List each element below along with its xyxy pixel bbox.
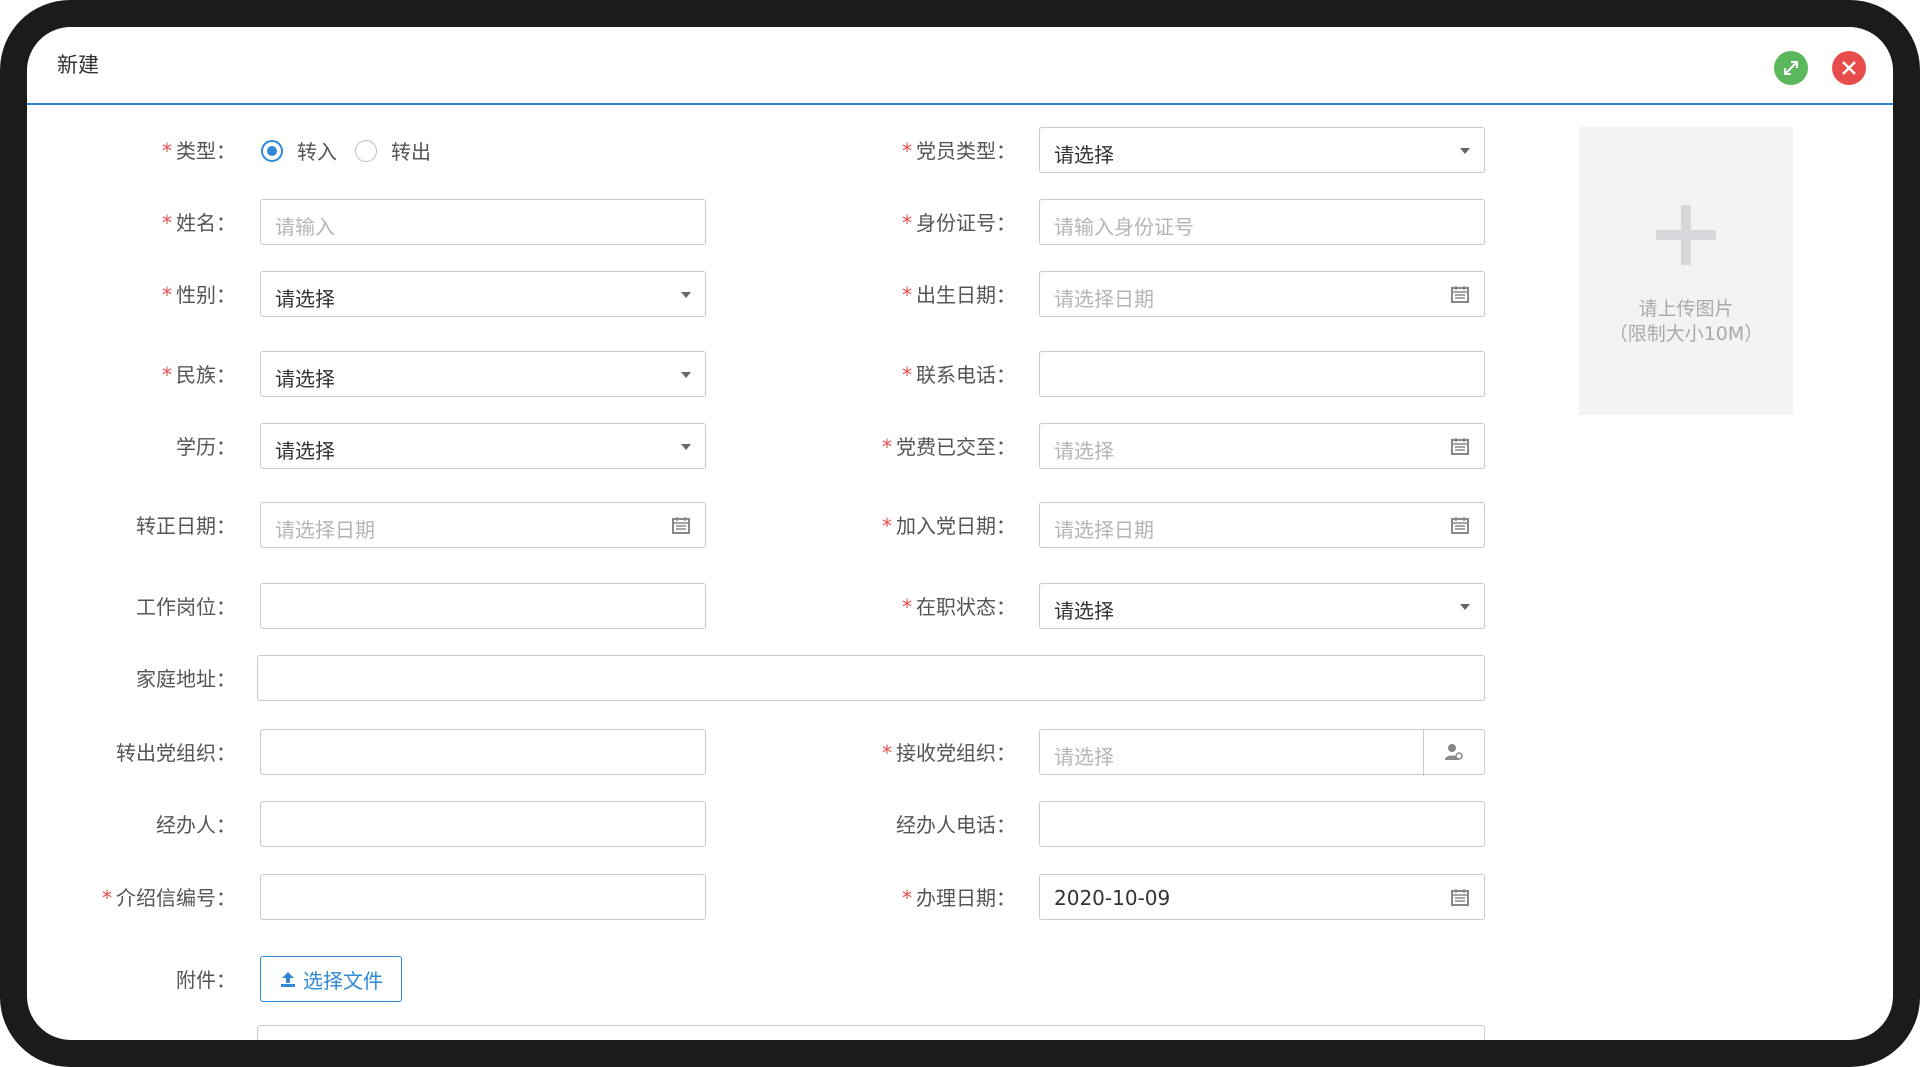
fee-paid-placeholder: 请选择 — [1054, 439, 1114, 463]
birth-date-label: * 出生日期： — [902, 283, 1016, 307]
name-input[interactable]: 请输入 — [260, 199, 706, 245]
id-number-placeholder: 请输入身份证号 — [1054, 215, 1194, 239]
education-value: 请选择 — [275, 439, 335, 463]
chevron-down-icon — [1460, 148, 1470, 154]
calendar-icon — [1451, 517, 1469, 534]
handler-phone-label: 经办人电话： — [896, 813, 1016, 837]
user-icon — [1445, 744, 1463, 760]
calendar-icon — [1451, 286, 1469, 303]
receive-org-select[interactable]: 请选择 — [1039, 729, 1485, 776]
member-type-label: * 党员类型： — [902, 139, 1016, 163]
handler-phone-input[interactable] — [1039, 801, 1485, 847]
image-upload-area[interactable]: 请上传图片 （限制大小10M） — [1579, 127, 1793, 415]
calendar-icon — [1451, 889, 1469, 906]
gender-value: 请选择 — [275, 287, 335, 311]
calendar-icon — [672, 517, 690, 534]
id-number-label: * 身份证号： — [902, 211, 1016, 235]
handle-date-label: * 办理日期： — [902, 886, 1016, 910]
join-date-label: * 加入党日期： — [882, 514, 1016, 538]
handle-date-value: 2020-10-09 — [1054, 886, 1171, 910]
attachment-label: 附件： — [176, 968, 236, 992]
regular-date-picker[interactable]: 请选择日期 — [260, 502, 706, 548]
birth-date-picker[interactable]: 请选择日期 — [1039, 271, 1485, 317]
expand-icon — [1784, 61, 1798, 75]
fee-paid-picker[interactable]: 请选择 — [1039, 423, 1485, 469]
select-org-button[interactable] — [1423, 730, 1484, 776]
maximize-button[interactable] — [1774, 51, 1808, 85]
birth-date-placeholder: 请选择日期 — [1054, 287, 1154, 311]
out-org-label: 转出党组织： — [116, 741, 236, 765]
letter-no-label: * 介绍信编号： — [102, 886, 236, 910]
home-address-label: 家庭地址： — [136, 667, 236, 691]
type-radio-in-label: 转入 — [297, 140, 337, 164]
ethnicity-select[interactable]: 请选择 — [260, 351, 706, 397]
handler-input[interactable] — [260, 801, 706, 847]
regular-date-placeholder: 请选择日期 — [275, 518, 375, 542]
job-status-label: * 在职状态： — [902, 595, 1016, 619]
type-radio-out[interactable] — [355, 140, 377, 162]
job-status-value: 请选择 — [1054, 599, 1114, 623]
regular-date-label: 转正日期： — [136, 514, 236, 538]
attachment-list-box — [257, 1025, 1485, 1040]
receive-org-placeholder: 请选择 — [1054, 745, 1114, 769]
name-placeholder: 请输入 — [275, 215, 335, 239]
receive-org-label: * 接收党组织： — [882, 741, 1016, 765]
chevron-down-icon — [1460, 604, 1470, 610]
job-position-input[interactable] — [260, 583, 706, 629]
phone-label: * 联系电话： — [902, 363, 1016, 387]
phone-input[interactable] — [1039, 351, 1485, 397]
out-org-input[interactable] — [260, 729, 706, 775]
member-type-value: 请选择 — [1054, 143, 1114, 167]
id-number-input[interactable]: 请输入身份证号 — [1039, 199, 1485, 245]
ethnicity-label: * 民族： — [162, 363, 236, 387]
choose-file-label: 选择文件 — [303, 968, 383, 993]
plus-icon-bar — [1656, 230, 1716, 240]
upload-hint: 请上传图片 — [1638, 298, 1734, 320]
type-radio-out-label: 转出 — [391, 140, 431, 164]
close-button[interactable] — [1832, 51, 1866, 85]
name-label: * 姓名： — [162, 211, 236, 235]
upload-size-limit: （限制大小10M） — [1608, 323, 1764, 345]
chevron-down-icon — [681, 372, 691, 378]
handler-label: 经办人： — [156, 813, 236, 837]
dialog: 新建 * 类型： 转入 转出 * 党员类型： 请选择 * 姓名： 请输入 * 身份证号： — [27, 27, 1893, 1040]
close-icon — [1842, 61, 1856, 75]
education-select[interactable]: 请选择 — [260, 423, 706, 469]
type-radio-in[interactable] — [261, 140, 283, 162]
dialog-title: 新建 — [57, 53, 99, 77]
chevron-down-icon — [681, 444, 691, 450]
choose-file-button[interactable]: 选择文件 — [260, 956, 402, 1002]
fee-paid-label: * 党费已交至： — [882, 435, 1016, 459]
letter-no-input[interactable] — [260, 874, 706, 920]
gender-select[interactable]: 请选择 — [260, 271, 706, 317]
member-type-select[interactable]: 请选择 — [1039, 127, 1485, 173]
type-label: * 类型： — [162, 139, 236, 163]
calendar-icon — [1451, 438, 1469, 455]
handle-date-picker[interactable]: 2020-10-09 — [1039, 874, 1485, 920]
upload-icon — [281, 972, 295, 987]
ethnicity-value: 请选择 — [275, 367, 335, 391]
education-label: 学历： — [176, 435, 236, 459]
join-date-placeholder: 请选择日期 — [1054, 518, 1154, 542]
job-position-label: 工作岗位： — [136, 595, 236, 619]
job-status-select[interactable]: 请选择 — [1039, 583, 1485, 629]
home-address-input[interactable] — [257, 655, 1485, 701]
gender-label: * 性别： — [162, 283, 236, 307]
dialog-header: 新建 — [27, 27, 1893, 105]
chevron-down-icon — [681, 292, 691, 298]
join-date-picker[interactable]: 请选择日期 — [1039, 502, 1485, 548]
